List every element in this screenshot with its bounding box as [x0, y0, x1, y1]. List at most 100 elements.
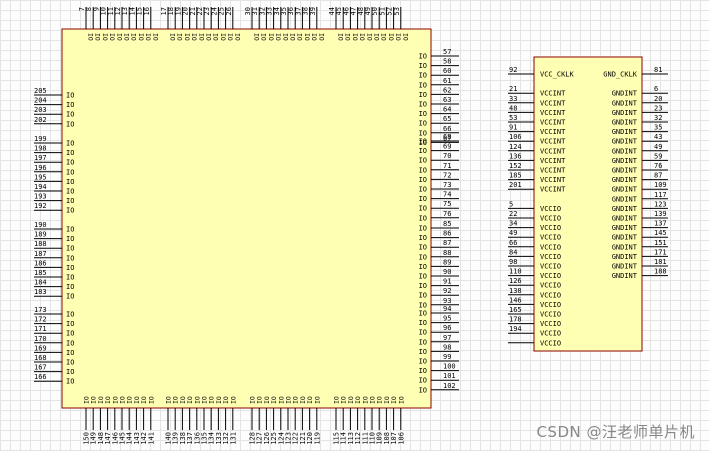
pin-label: VCCINT	[540, 90, 566, 98]
pin-number: 26	[225, 7, 233, 15]
pin-label: IO	[419, 214, 427, 222]
pin-number: 32	[654, 114, 662, 122]
pin-label: IO	[419, 348, 427, 356]
pin-label: IO	[147, 396, 155, 404]
pin-label: VCCIO	[540, 311, 561, 319]
pin-label: GNDINT	[612, 186, 638, 194]
pin-number: 16	[143, 7, 151, 15]
pin-label: GNDINT	[612, 195, 638, 203]
pin-number: 194	[34, 183, 47, 191]
pin-number: 70	[443, 152, 451, 160]
pin-label: VCCINT	[540, 109, 566, 117]
pin-number: 84	[509, 248, 517, 256]
pin-number: 205	[34, 87, 47, 95]
pin-label: VCCINT	[540, 128, 566, 136]
pin-number: 92	[509, 66, 517, 74]
pin-number: 189	[34, 231, 47, 239]
pin-label: IO	[66, 264, 74, 272]
pin-label: VCCIO	[540, 282, 561, 290]
pin-number: 100	[443, 363, 456, 371]
schematic-canvas: 7IO8IO9IO10IO11IO12IO13IO14IO15IO16IO17I…	[34, 7, 668, 445]
pin-number: 197	[34, 154, 47, 162]
fpga-io-component[interactable]: 7IO8IO9IO10IO11IO12IO13IO14IO15IO16IO17I…	[34, 7, 459, 445]
pin-number: 34	[509, 220, 517, 228]
pin-label: IO	[144, 33, 152, 41]
pin-number: 101	[443, 372, 456, 380]
pin-number: 110	[509, 268, 522, 276]
pin-label: IO	[419, 367, 427, 375]
pin-label: GNDINT	[612, 138, 638, 146]
pin-number: 57	[443, 48, 451, 56]
pin-label: VCCINT	[540, 186, 566, 194]
pin-number: 171	[34, 325, 47, 333]
pin-number: 94	[443, 305, 451, 313]
pin-number: 39	[309, 7, 317, 15]
pin-label: VCCIO	[540, 234, 561, 242]
pin-label: IO	[419, 301, 427, 309]
pin-label: IO	[66, 159, 74, 167]
pin-number: 117	[654, 191, 667, 199]
pin-number: 95	[443, 315, 451, 323]
pin-label: IO	[296, 33, 304, 41]
pin-number: 146	[509, 296, 522, 304]
pin-label: IO	[419, 377, 427, 385]
pin-number: 98	[509, 258, 517, 266]
pin-label: IO	[190, 33, 198, 41]
pin-label: GNDINT	[612, 205, 638, 213]
pin-number: 165	[509, 306, 522, 314]
pin-label: IO	[419, 244, 427, 252]
pin-label: IO	[197, 33, 205, 41]
pin-label: IO	[419, 292, 427, 300]
pin-label: IO	[66, 226, 74, 234]
pin-label: IO	[419, 195, 427, 203]
pin-number: 71	[443, 162, 451, 170]
pin-number: 87	[654, 172, 662, 180]
pin-number: 173	[34, 306, 47, 314]
pin-label: GNDINT	[612, 272, 638, 280]
pin-number: 172	[34, 316, 47, 324]
pin-number: 74	[443, 191, 451, 199]
pin-number: 136	[509, 152, 522, 160]
pin-label: IO	[310, 33, 318, 41]
pin-label: IO	[419, 329, 427, 337]
pin-label: IO	[419, 166, 427, 174]
pin-label: IO	[66, 111, 74, 119]
pin-label: IO	[419, 234, 427, 242]
pin-label: IO	[419, 62, 427, 70]
pin-label: GNDINT	[612, 243, 638, 251]
pin-number: 92	[443, 287, 451, 295]
pin-number: 139	[654, 210, 667, 218]
pin-number: 64	[443, 106, 451, 114]
pin-label: IO	[419, 273, 427, 281]
pin-label: IO	[380, 33, 388, 41]
pin-number: 35	[654, 124, 662, 132]
pin-label: VCCIO	[540, 205, 561, 213]
pin-number: 58	[443, 58, 451, 66]
pin-number: 6	[654, 85, 658, 93]
pin-label: IO	[419, 110, 427, 118]
pin-label: VCCINT	[540, 147, 566, 155]
pin-number: 68	[443, 133, 451, 141]
pin-label: GNDINT	[612, 128, 638, 136]
pin-label: IO	[137, 33, 145, 41]
pin-number: 61	[443, 77, 451, 85]
pin-number: 23	[654, 104, 662, 112]
watermark: CSDN @汪老师单片机	[536, 423, 695, 441]
pin-number: 196	[34, 164, 47, 172]
pin-label: VCCIO	[540, 263, 561, 271]
pin-label: IO	[66, 149, 74, 157]
pin-number: 53	[509, 114, 517, 122]
pin-number: 190	[34, 221, 47, 229]
pin-label: IO	[66, 197, 74, 205]
pin-label: IO	[401, 33, 409, 41]
pin-label: IO	[358, 33, 366, 41]
pin-label: GNDINT	[612, 147, 638, 155]
pin-label: IO	[66, 339, 74, 347]
pin-label: IO	[419, 101, 427, 109]
pin-label: IO	[176, 33, 184, 41]
pin-number: 171	[654, 248, 667, 256]
fpga-power-component[interactable]: 92 VCC_CKLK 21 VCCINT 33 VCCINT 48 VCCINT 53 VCCI…	[508, 56, 668, 352]
pin-label: IO	[66, 207, 74, 215]
pin-number: 5	[509, 200, 513, 208]
pin-label: GNDINT	[612, 90, 638, 98]
